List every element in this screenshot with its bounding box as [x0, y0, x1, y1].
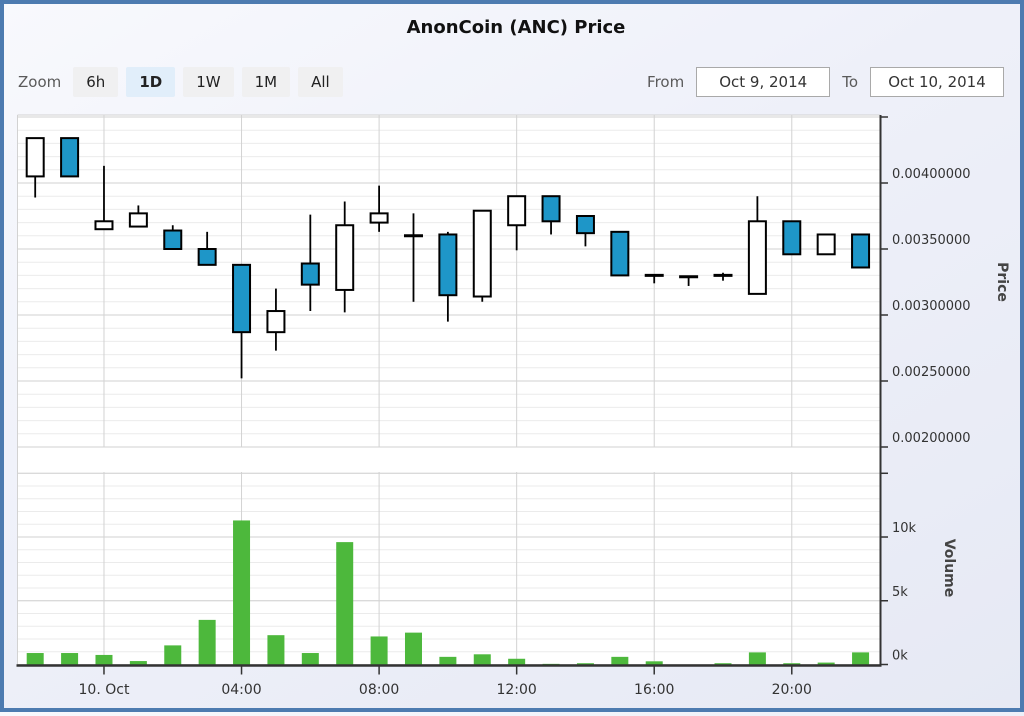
- zoom-button-1m[interactable]: 1M: [242, 67, 291, 97]
- x-tick-label: 20:00: [772, 682, 812, 698]
- candle-down: [233, 265, 250, 332]
- volume-bar: [852, 652, 869, 665]
- x-tick-label: 10. Oct: [79, 682, 130, 698]
- price-tick-label: 0.00350000: [892, 233, 971, 248]
- candle-down: [543, 196, 560, 221]
- candle-down: [611, 232, 628, 276]
- price-axis-title: Price: [994, 262, 1010, 302]
- x-tick-label: 12:00: [496, 682, 536, 698]
- from-date-input[interactable]: [696, 67, 830, 97]
- candle-up: [818, 234, 835, 254]
- volume-bar: [164, 645, 181, 665]
- volume-bar: [611, 657, 628, 666]
- to-label: To: [842, 73, 858, 91]
- candle-down: [302, 264, 319, 285]
- candle-down: [783, 221, 800, 254]
- candle-up: [95, 221, 112, 229]
- candle-up: [336, 225, 353, 290]
- volume-bar: [95, 655, 112, 666]
- zoom-group-label: Zoom: [18, 73, 61, 91]
- candle-down: [852, 234, 869, 267]
- toolbar: Zoom 6h 1D 1W 1M All From To: [18, 66, 1004, 98]
- volume-bar: [233, 520, 250, 665]
- volume-bar: [474, 654, 491, 665]
- zoom-button-group: Zoom 6h 1D 1W 1M All: [18, 67, 343, 97]
- candle-up: [371, 213, 388, 222]
- candle-up: [508, 196, 525, 225]
- zoom-button-6h[interactable]: 6h: [73, 67, 118, 97]
- price-tick-label: 0.00200000: [892, 431, 971, 446]
- volume-bar: [61, 653, 78, 665]
- volume-bar: [439, 657, 456, 666]
- volume-tick-label: 5k: [892, 585, 908, 600]
- volume-bar: [371, 636, 388, 665]
- price-tick-label: 0.00300000: [892, 299, 971, 314]
- candle-down: [164, 231, 181, 249]
- candle-down: [577, 216, 594, 233]
- pane-gap: [18, 447, 881, 472]
- candle-down: [439, 234, 456, 295]
- x-tick-label: 16:00: [634, 682, 674, 698]
- candle-up: [474, 211, 491, 297]
- price-volume-chart[interactable]: 0.00400000 0.00350000 0.00300000 0.00250000…: [4, 4, 1024, 716]
- x-tick-label: 08:00: [359, 682, 399, 698]
- to-date-input[interactable]: [870, 67, 1004, 97]
- volume-tick-label: 0k: [892, 649, 908, 664]
- zoom-button-all[interactable]: All: [298, 67, 343, 97]
- price-tick-label: 0.00250000: [892, 365, 971, 380]
- candle-down: [199, 249, 216, 265]
- volume-bar: [405, 633, 422, 666]
- from-label: From: [647, 73, 684, 91]
- plot-background: [18, 115, 881, 666]
- volume-bar: [267, 635, 284, 665]
- candle-down: [61, 138, 78, 176]
- price-tick-label: 0.00400000: [892, 167, 971, 182]
- x-tick-label: 04:00: [221, 682, 261, 698]
- volume-bar: [27, 653, 44, 665]
- candle-up: [267, 311, 284, 332]
- volume-bar: [302, 653, 319, 665]
- zoom-button-1w[interactable]: 1W: [183, 67, 233, 97]
- volume-tick-label: 10k: [892, 521, 917, 536]
- candle-up: [27, 138, 44, 176]
- zoom-button-1d[interactable]: 1D: [126, 67, 175, 97]
- volume-axis-title: Volume: [941, 539, 957, 598]
- volume-bar: [199, 620, 216, 666]
- volume-bar: [749, 652, 766, 665]
- candle-up: [749, 221, 766, 294]
- candle-up: [130, 213, 147, 226]
- date-range-group: From To: [647, 67, 1004, 97]
- volume-bar: [336, 542, 353, 665]
